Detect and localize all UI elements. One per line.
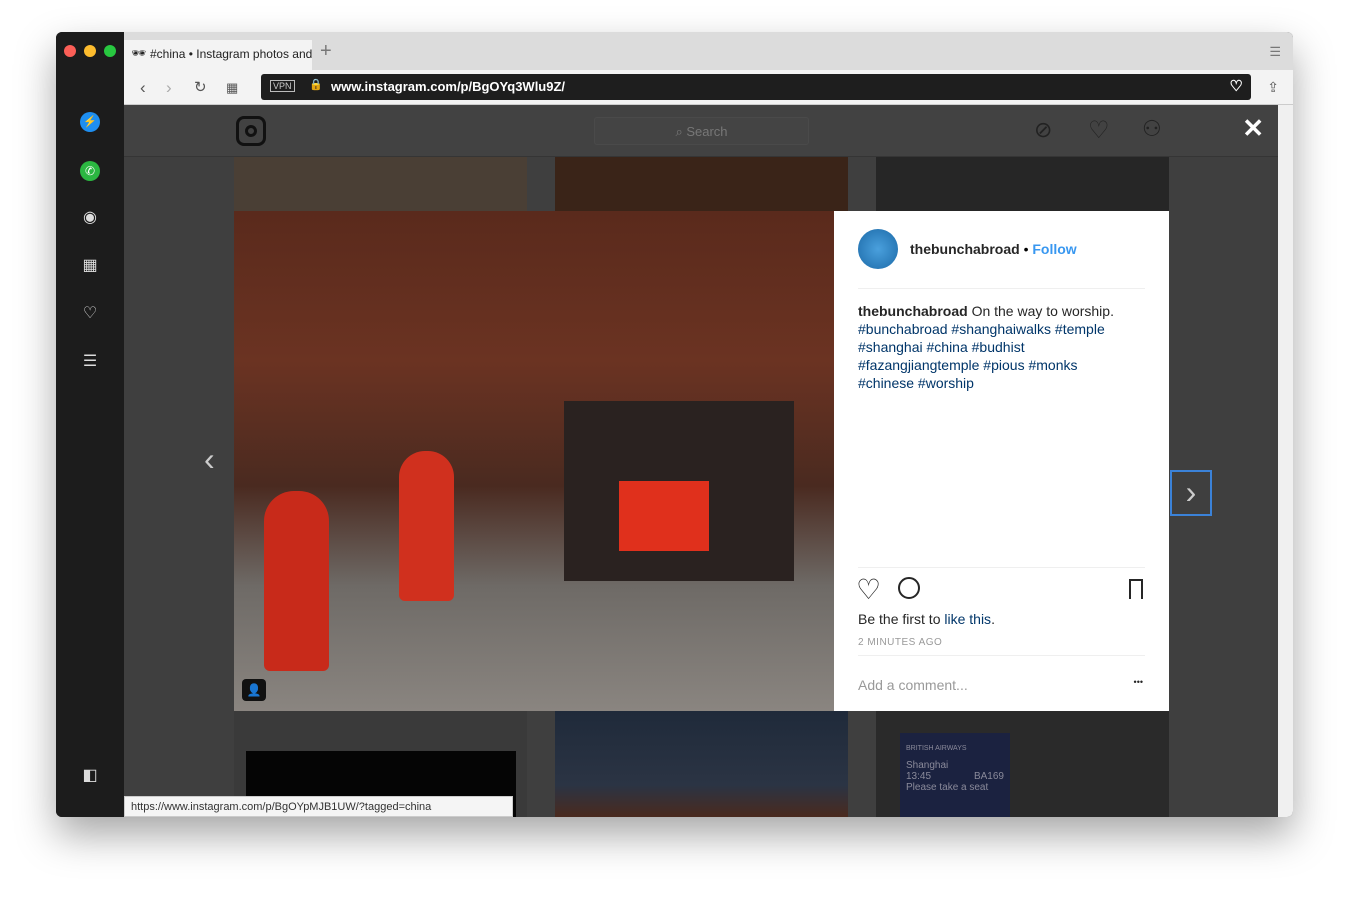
thumb-city: Shanghai [906, 760, 949, 771]
messenger-icon[interactable]: ⚡ [80, 112, 100, 132]
next-post-button[interactable]: › [1170, 470, 1212, 516]
minimize-window-button[interactable] [84, 45, 96, 57]
separator: • [1023, 241, 1029, 257]
thumb-time: 13:45 [906, 771, 932, 782]
follow-button[interactable]: Follow [1032, 241, 1076, 257]
post-author-row: thebunchabroad • Follow [910, 241, 1077, 257]
profile-icon[interactable]: ⚇ [1142, 116, 1162, 142]
zoom-window-button[interactable] [104, 45, 116, 57]
heart-icon[interactable]: ♡ [80, 304, 100, 324]
post-panel: thebunchabroad • Follow thebunchabroad O… [834, 211, 1169, 711]
new-tab-button[interactable]: + [320, 40, 332, 63]
previous-post-button[interactable]: ‹ [204, 441, 215, 478]
forward-button[interactable]: › [166, 78, 172, 98]
instagram-logo[interactable] [236, 116, 266, 146]
thumb-airline: BRITISH AIRWAYS [906, 745, 967, 752]
back-button[interactable]: ‹ [140, 78, 146, 98]
hashtags-line[interactable]: #shanghai #china #budhist [858, 338, 1114, 356]
camera-icon[interactable]: ◉ [80, 208, 100, 228]
bookmark-heart-icon[interactable]: ♡ [1230, 77, 1243, 95]
sidebar: ⚡ ✆ ◉ ▦ ♡ ☰ ◧ [56, 32, 124, 817]
address-bar[interactable]: VPN 🔒 www.instagram.com/p/BgOYq3Wlu9Z/ ♡ [261, 74, 1251, 100]
page-content: ⌕ Search ⊘ ♡ ⚇ ✕ BRITISH AIRWAYS Shangha… [124, 105, 1278, 817]
activity-heart-icon[interactable]: ♡ [1088, 116, 1110, 145]
comment-icon[interactable] [898, 577, 920, 599]
toolbar: ‹ › ↻ ▦ VPN 🔒 www.instagram.com/p/BgOYq3… [124, 70, 1293, 105]
grid-thumbnail[interactable] [234, 157, 527, 211]
explore-icon[interactable]: ⊘ [1034, 117, 1052, 143]
browser-window: ⚡ ✆ ◉ ▦ ♡ ☰ ◧ 🕶 #china • Instagram photo… [56, 32, 1293, 817]
lock-icon: 🔒 [309, 79, 323, 91]
save-bookmark-icon[interactable] [1129, 579, 1143, 599]
whatsapp-icon[interactable]: ✆ [80, 161, 100, 181]
tagged-user-icon[interactable]: 👤 [242, 679, 266, 701]
url-text[interactable]: www.instagram.com/p/BgOYq3Wlu9Z/ [331, 79, 565, 94]
post-image: 👤 [234, 211, 834, 711]
tab-bar: 🕶 #china • Instagram photos and videos +… [124, 32, 1293, 70]
news-icon[interactable]: ☰ [80, 352, 100, 372]
hashtags-line[interactable]: #fazangjiangtemple #pious #monks [858, 356, 1114, 374]
grid-icon[interactable]: ▦ [80, 256, 100, 276]
likes-text: Be the first to like this. [858, 611, 995, 627]
speed-dial-icon[interactable]: ▦ [226, 80, 238, 96]
caption-text: On the way to worship. [971, 303, 1114, 319]
incognito-icon: 🕶 [131, 46, 147, 60]
thumb-flight: BA169 [973, 771, 1004, 782]
grid-thumbnail[interactable]: BRITISH AIRWAYS Shanghai 13:45 BA169 Ple… [876, 711, 1169, 817]
close-window-button[interactable] [64, 45, 76, 57]
caption-username[interactable]: thebunchabroad [858, 303, 968, 319]
like-heart-icon[interactable]: ♡ [856, 573, 881, 606]
search-placeholder: Search [686, 124, 728, 139]
post-timestamp[interactable]: 2 MINUTES AGO [858, 637, 942, 648]
hashtags-line[interactable]: #bunchabroad #shanghaiwalks #temple [858, 320, 1114, 338]
search-input[interactable]: ⌕ Search [594, 117, 809, 145]
more-options-button[interactable]: ••• [1134, 677, 1143, 687]
hashtags-line[interactable]: #chinese #worship [858, 374, 1114, 392]
avatar[interactable] [858, 229, 898, 269]
grid-thumbnail[interactable] [555, 711, 848, 817]
status-bar-url: https://www.instagram.com/p/BgOYpMJB1UW/… [124, 796, 513, 817]
window-controls [64, 45, 116, 57]
sidebar-toggle-icon[interactable]: ◧ [80, 766, 100, 786]
thumb-note: Please take a seat [906, 782, 989, 793]
thumb-time-row: 13:45 BA169 [906, 771, 1004, 782]
comment-input[interactable]: Add a comment... [858, 677, 968, 693]
instagram-header: ⌕ Search ⊘ ♡ ⚇ [124, 105, 1278, 157]
grid-thumbnail[interactable] [555, 157, 848, 211]
vpn-badge[interactable]: VPN [270, 80, 295, 92]
tab-menu-icon[interactable]: ☰ [1269, 44, 1281, 60]
likes-suffix: . [991, 611, 995, 627]
scrollbar[interactable] [1278, 105, 1293, 817]
likes-prefix: Be the first to [858, 611, 945, 627]
like-this-link[interactable]: like this [944, 611, 991, 627]
divider [858, 567, 1145, 568]
tab-instagram[interactable]: 🕶 #china • Instagram photos and videos [124, 40, 312, 70]
divider [858, 288, 1145, 289]
divider [858, 655, 1145, 656]
grid-thumbnail[interactable] [876, 157, 1169, 211]
reload-button[interactable]: ↻ [194, 78, 207, 96]
tab-title: #china • Instagram photos and videos [150, 47, 312, 61]
share-icon[interactable]: ⇪ [1267, 79, 1279, 96]
caption: thebunchabroad On the way to worship. #b… [858, 302, 1114, 392]
close-icon[interactable]: ✕ [1242, 113, 1264, 144]
author-username[interactable]: thebunchabroad [910, 241, 1020, 257]
